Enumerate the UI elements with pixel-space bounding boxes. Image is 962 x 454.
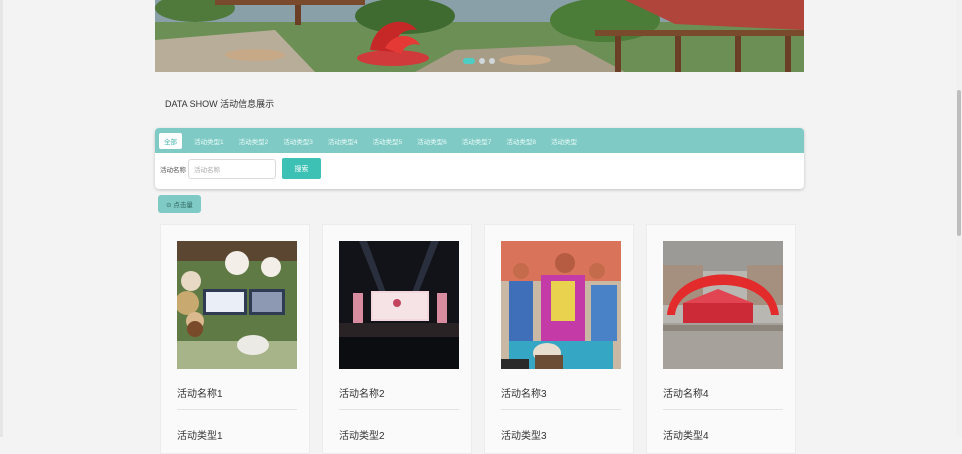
search-input[interactable]: 活动名称 [188, 158, 276, 179]
activity-thumbnail [663, 241, 783, 369]
activity-type: 活动类型3 [501, 431, 547, 442]
carousel-indicators [463, 58, 495, 64]
activity-type: 活动类型1 [177, 431, 223, 442]
search-label: 活动名称 [160, 166, 186, 174]
tab-type-2[interactable]: 活动类型2 [239, 136, 269, 146]
tab-type-7[interactable]: 活动类型7 [462, 136, 492, 146]
filter-panel: 全部 活动类型1 活动类型2 活动类型3 活动类型4 活动类型5 活动类型6 活… [155, 128, 804, 189]
activity-name: 活动名称4 [663, 389, 709, 400]
section-title: DATA SHOW 活动信息展示 [165, 99, 275, 109]
activity-card[interactable]: 活动名称2 活动类型2 [322, 224, 472, 454]
search-row: 活动名称 活动名称 搜索 [160, 158, 321, 179]
activity-name: 活动名称1 [177, 389, 223, 400]
activity-type: 活动类型2 [339, 431, 385, 442]
scrollbar-thumb[interactable] [957, 90, 961, 236]
tab-type-9[interactable]: 活动类型 [551, 136, 577, 146]
card-divider [177, 409, 297, 410]
tab-type-1[interactable]: 活动类型1 [194, 136, 224, 146]
card-divider [501, 409, 621, 410]
sort-by-clicks-button[interactable]: ⊙ 点击量 [158, 195, 201, 213]
carousel-dot[interactable] [463, 58, 475, 64]
category-tabs: 全部 活动类型1 活动类型2 活动类型3 活动类型4 活动类型5 活动类型6 活… [155, 128, 804, 153]
search-button[interactable]: 搜索 [282, 158, 321, 179]
activity-card[interactable]: 活动名称4 活动类型4 [646, 224, 796, 454]
card-divider [663, 409, 783, 410]
carousel-dot[interactable] [479, 58, 485, 64]
tab-type-4[interactable]: 活动类型4 [328, 136, 358, 146]
activity-name: 活动名称2 [339, 389, 385, 400]
banner-carousel[interactable] [155, 0, 804, 72]
search-placeholder: 活动名称 [194, 166, 220, 174]
carousel-dot[interactable] [489, 58, 495, 64]
page-left-edge [0, 0, 3, 437]
card-divider [339, 409, 459, 410]
tab-type-5[interactable]: 活动类型5 [373, 136, 403, 146]
tab-type-8[interactable]: 活动类型8 [506, 136, 536, 146]
activity-type: 活动类型4 [663, 431, 709, 442]
activity-thumbnail [501, 241, 621, 369]
activity-thumbnail [339, 241, 459, 369]
page-scrollbar[interactable] [956, 0, 962, 437]
tab-all[interactable]: 全部 [159, 132, 182, 149]
activity-card[interactable]: 活动名称3 活动类型3 [484, 224, 634, 454]
tab-type-3[interactable]: 活动类型3 [283, 136, 313, 146]
activity-card[interactable]: 活动名称1 活动类型1 [160, 224, 310, 454]
activity-name: 活动名称3 [501, 389, 547, 400]
activity-thumbnail [177, 241, 297, 369]
tab-type-6[interactable]: 活动类型6 [417, 136, 447, 146]
